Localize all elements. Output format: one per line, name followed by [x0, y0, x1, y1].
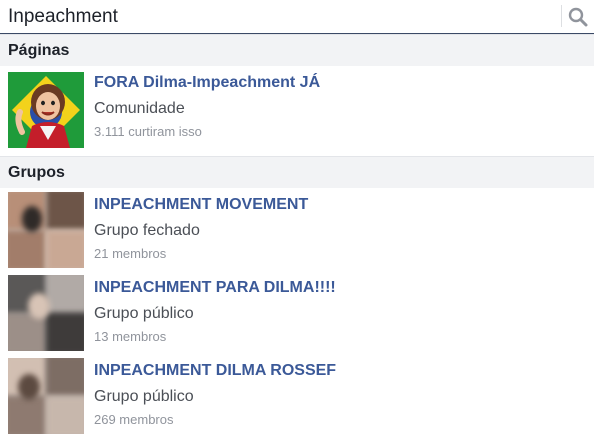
group-result-privacy: Grupo público	[94, 305, 194, 322]
group-result-title[interactable]: INPEACHMENT PARA DILMA!!!!	[94, 279, 336, 297]
search-divider	[561, 5, 562, 27]
section-header-groups: Grupos	[0, 156, 594, 188]
group-thumbnail	[8, 275, 84, 351]
page-result-category: Comunidade	[94, 100, 185, 117]
page-result-title[interactable]: FORA Dilma-Impeachment JÁ	[94, 74, 320, 92]
group-result-members: 13 membros	[94, 329, 167, 344]
group-result[interactable]: INPEACHMENT DILMA ROSSEF Grupo público 2…	[0, 354, 594, 440]
search-button[interactable]	[566, 5, 590, 29]
group-result-members: 269 membros	[94, 412, 174, 427]
search-icon	[568, 7, 588, 27]
group-result-members: 21 membros	[94, 246, 167, 261]
group-result-title[interactable]: INPEACHMENT MOVEMENT	[94, 196, 308, 214]
group-result[interactable]: INPEACHMENT MOVEMENT Grupo fechado 21 me…	[0, 188, 594, 271]
group-thumbnail	[8, 358, 84, 434]
page-thumbnail	[8, 72, 84, 148]
group-thumbnail	[8, 192, 84, 268]
search-input[interactable]	[0, 0, 560, 33]
group-result-privacy: Grupo fechado	[94, 222, 200, 239]
page-result[interactable]: FORA Dilma-Impeachment JÁ Comunidade 3.1…	[0, 66, 594, 156]
group-result-privacy: Grupo público	[94, 388, 194, 405]
section-header-pages: Páginas	[0, 34, 594, 66]
search-bar	[0, 0, 594, 34]
group-result[interactable]: INPEACHMENT PARA DILMA!!!! Grupo público…	[0, 271, 594, 354]
page-result-likes: 3.111 curtiram isso	[94, 124, 202, 139]
page-thumbnail-image	[8, 72, 84, 148]
group-result-title[interactable]: INPEACHMENT DILMA ROSSEF	[94, 362, 336, 380]
